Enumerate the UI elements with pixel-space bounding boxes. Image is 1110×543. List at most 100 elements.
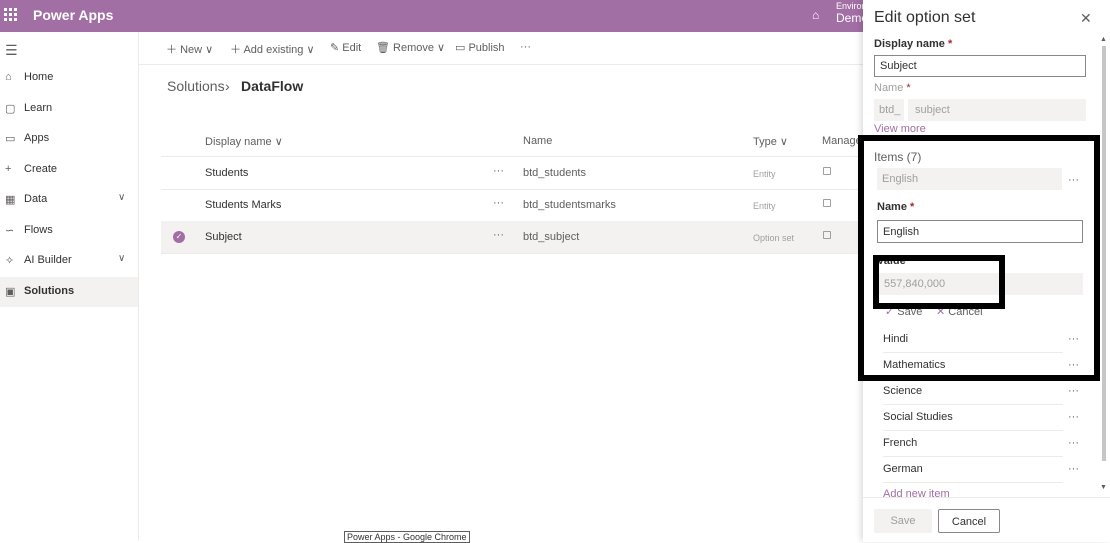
row-more-icon[interactable]: ··· — [493, 165, 504, 177]
more-icon[interactable]: ··· — [1068, 437, 1079, 449]
item-label: French — [883, 437, 918, 449]
solutions-icon: ▣ — [5, 286, 16, 298]
nav-item-label: Solutions — [24, 285, 75, 297]
add-existing-label: Add existing — [243, 44, 304, 56]
environment-icon[interactable]: ⌂ — [812, 8, 826, 22]
item-save-button[interactable]: ✓ Save — [885, 305, 922, 318]
chevron-right-icon: › — [225, 78, 230, 94]
row-display-name[interactable]: Students Marks — [205, 199, 281, 211]
row-more-icon[interactable]: ··· — [493, 197, 504, 209]
app-name[interactable]: Power Apps — [33, 7, 113, 23]
nav-item-solutions[interactable]: ▣ Solutions — [0, 277, 138, 307]
item-cancel-button[interactable]: ✕ Cancel — [936, 305, 983, 318]
app-launcher-icon[interactable] — [4, 8, 18, 22]
checkmark-icon: ✓ — [885, 306, 895, 318]
scroll-down-icon[interactable]: ▼ — [1100, 484, 1107, 491]
row-type: Entity — [753, 201, 776, 211]
lock-icon — [823, 199, 831, 207]
item-name-label: Name * — [877, 201, 915, 213]
nav-item-create[interactable]: + Create — [0, 155, 138, 185]
nav-item-label: Apps — [24, 132, 50, 144]
selected-item-field[interactable]: English — [877, 168, 1062, 190]
add-existing-button[interactable]: ＋ Add existing ∨ — [230, 41, 315, 57]
value-input: 557,840,000 — [877, 273, 1083, 295]
lock-icon — [823, 167, 831, 175]
scrollbar-thumb[interactable] — [1102, 46, 1106, 461]
item-name-input[interactable]: English — [877, 220, 1083, 243]
list-item[interactable]: French — [883, 431, 1063, 457]
breadcrumb-current: DataFlow — [241, 78, 304, 94]
name-label: Name * — [874, 82, 911, 94]
row-type: Entity — [753, 169, 776, 179]
column-header-managed[interactable]: Manage — [822, 135, 862, 147]
breadcrumb-parent[interactable]: Solutions — [167, 78, 225, 94]
more-icon[interactable]: ··· — [1068, 463, 1079, 475]
item-label: Hindi — [883, 333, 909, 345]
row-type: Option set — [753, 233, 795, 243]
remove-label: Remove — [393, 42, 434, 54]
list-item[interactable]: German — [883, 457, 1063, 483]
column-header-name[interactable]: Name — [523, 135, 552, 147]
chevron-down-icon[interactable]: ∨ — [118, 253, 125, 264]
column-header-type[interactable]: Type ∨ — [753, 135, 788, 148]
view-more-link[interactable]: View more — [874, 123, 926, 135]
value-label: Value — [877, 255, 906, 267]
panel-title: Edit option set — [874, 9, 976, 26]
table-row-selected[interactable]: ✓ Subject ··· btd_subject Option set — [161, 221, 863, 254]
nav-item-data[interactable]: ▦ Data ∨ — [0, 185, 138, 215]
more-commands-button[interactable]: ··· — [520, 41, 531, 53]
item-label: Science — [883, 385, 923, 397]
new-button[interactable]: ＋ New ∨ — [166, 41, 213, 57]
nav-item-label: Home — [24, 71, 54, 83]
item-name-label-text: Name — [877, 201, 907, 213]
nav-item-learn[interactable]: ▢ Learn — [0, 94, 138, 124]
item-save-label: Save — [897, 306, 923, 318]
nav-item-home[interactable]: ⌂ Home — [0, 63, 138, 93]
more-icon[interactable]: ··· — [1068, 359, 1079, 371]
column-header-display-name[interactable]: Display name ∨ — [205, 135, 283, 148]
edit-option-set-panel: Edit option set ✕ Display name * Subject… — [863, 0, 1110, 542]
edit-button[interactable]: ✎ Edit — [330, 41, 361, 54]
table-header: Display name ∨ Name Type ∨ Manage — [161, 124, 863, 157]
lock-icon — [823, 231, 831, 239]
list-item[interactable]: Social Studies — [883, 405, 1063, 431]
name-input: subject — [908, 99, 1086, 121]
flow-icon: ∽ — [5, 225, 15, 237]
save-button[interactable]: Save — [874, 509, 932, 533]
row-display-name[interactable]: Students — [205, 167, 248, 179]
nav-item-apps[interactable]: ▭ Apps — [0, 124, 138, 154]
column-header-label: Display name — [205, 136, 272, 148]
table-row[interactable]: Students Marks ··· btd_studentsmarks Ent… — [161, 189, 863, 222]
list-item[interactable]: Science — [883, 379, 1063, 405]
close-icon[interactable]: ✕ — [1080, 10, 1092, 27]
nav-item-label: Learn — [24, 102, 53, 114]
apps-icon: ▭ — [5, 133, 16, 145]
checkmark-icon[interactable]: ✓ — [173, 231, 185, 243]
name-label-text: Name — [874, 82, 904, 94]
remove-button[interactable]: 🗑 Remove ∨ — [376, 41, 445, 54]
display-name-input[interactable]: Subject — [874, 55, 1086, 77]
panel-scrollbar[interactable]: ▲ ▼ — [1100, 36, 1108, 496]
chevron-down-icon[interactable]: ∨ — [118, 192, 125, 203]
taskbar-tooltip: Power Apps - Google Chrome — [344, 531, 470, 543]
nav-item-ai-builder[interactable]: ✧ AI Builder ∨ — [0, 246, 138, 276]
table-row[interactable]: Students ··· btd_students Entity — [161, 157, 863, 190]
nav-item-flows[interactable]: ∽ Flows — [0, 216, 138, 246]
row-more-icon[interactable]: ··· — [493, 229, 504, 241]
more-icon[interactable]: ··· — [1068, 385, 1079, 397]
plus-icon: + — [5, 163, 12, 175]
hamburger-menu-icon[interactable]: ☰ — [5, 42, 18, 59]
left-nav: ☰ ⌂ Home ▢ Learn ▭ Apps + Create ▦ Data … — [0, 32, 139, 541]
item-label: Mathematics — [883, 359, 946, 371]
more-icon[interactable]: ··· — [1068, 174, 1079, 186]
nav-item-label: Create — [24, 163, 58, 175]
publish-button[interactable]: ▭ Publish — [455, 41, 505, 54]
row-display-name[interactable]: Subject — [205, 231, 242, 243]
scroll-up-icon[interactable]: ▲ — [1100, 36, 1107, 43]
list-item[interactable]: Mathematics — [883, 353, 1063, 379]
cancel-button[interactable]: Cancel — [938, 509, 1000, 533]
list-item[interactable]: Hindi — [883, 327, 1063, 353]
display-name-label-text: Display name — [874, 38, 945, 50]
more-icon[interactable]: ··· — [1068, 411, 1079, 423]
more-icon[interactable]: ··· — [1068, 333, 1079, 345]
